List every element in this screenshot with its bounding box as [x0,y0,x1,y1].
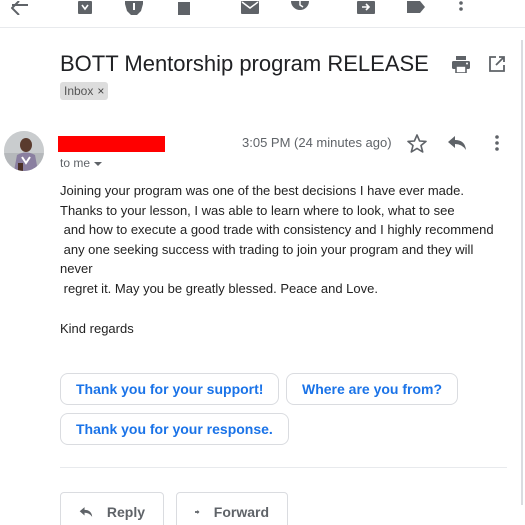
reply-button-label: Reply [106,504,145,520]
mark-unread-icon[interactable] [240,0,260,16]
reply-icon[interactable] [445,131,469,155]
smart-reply-button[interactable]: Thank you for your response. [60,413,289,445]
smart-reply-button[interactable]: Where are you from? [286,373,459,405]
forward-arrow-icon [195,509,200,515]
toolbar [0,0,525,28]
scrollbar-edge [521,40,523,505]
body-line: and how to execute a good trade with con… [60,222,494,237]
forward-button-label: Forward [213,504,269,520]
forward-button[interactable]: Forward [176,492,288,525]
recipient-text: to me [60,156,91,170]
remove-label-icon[interactable]: × [97,82,104,100]
snooze-icon[interactable] [290,0,310,16]
reply-arrow-icon [79,507,93,517]
more-vert-icon[interactable] [456,0,466,16]
print-icon[interactable] [449,52,473,76]
message-more-icon[interactable] [485,131,509,155]
archive-icon[interactable] [76,0,94,16]
message-time: 3:05 PM (24 minutes ago) [242,135,392,150]
recipient-details[interactable]: to me [60,155,103,171]
smart-reply-button[interactable]: Thank you for your support! [60,373,280,405]
avatar[interactable] [4,131,44,171]
report-spam-icon[interactable] [124,0,144,16]
label-icon[interactable] [406,0,426,16]
divider [60,467,507,468]
sender-name-redacted [58,136,165,152]
body-line: regret it. May you be greatly blessed. P… [60,280,378,296]
email-subject: BOTT Mentorship program RELEASE [60,51,429,76]
star-icon[interactable] [405,131,429,155]
body-line: Joining your program was one of the best… [60,183,464,198]
open-in-new-window-icon[interactable] [485,52,509,76]
label-chip-inbox: Inbox × [60,82,109,100]
delete-icon[interactable] [176,0,192,16]
reply-button[interactable]: Reply [60,492,164,525]
body-line: never [60,261,93,276]
body-line: any one seeking success with trading to … [60,241,474,257]
back-arrow-icon[interactable] [10,0,30,16]
label-chip-text: Inbox [64,84,94,98]
message-body: Joining your program was one of the best… [60,181,510,298]
chevron-down-icon [94,161,103,166]
move-to-icon[interactable] [356,0,376,16]
body-line: Thanks to your lesson, I was able to lea… [60,202,455,218]
closing-text: Kind regards [60,321,134,336]
